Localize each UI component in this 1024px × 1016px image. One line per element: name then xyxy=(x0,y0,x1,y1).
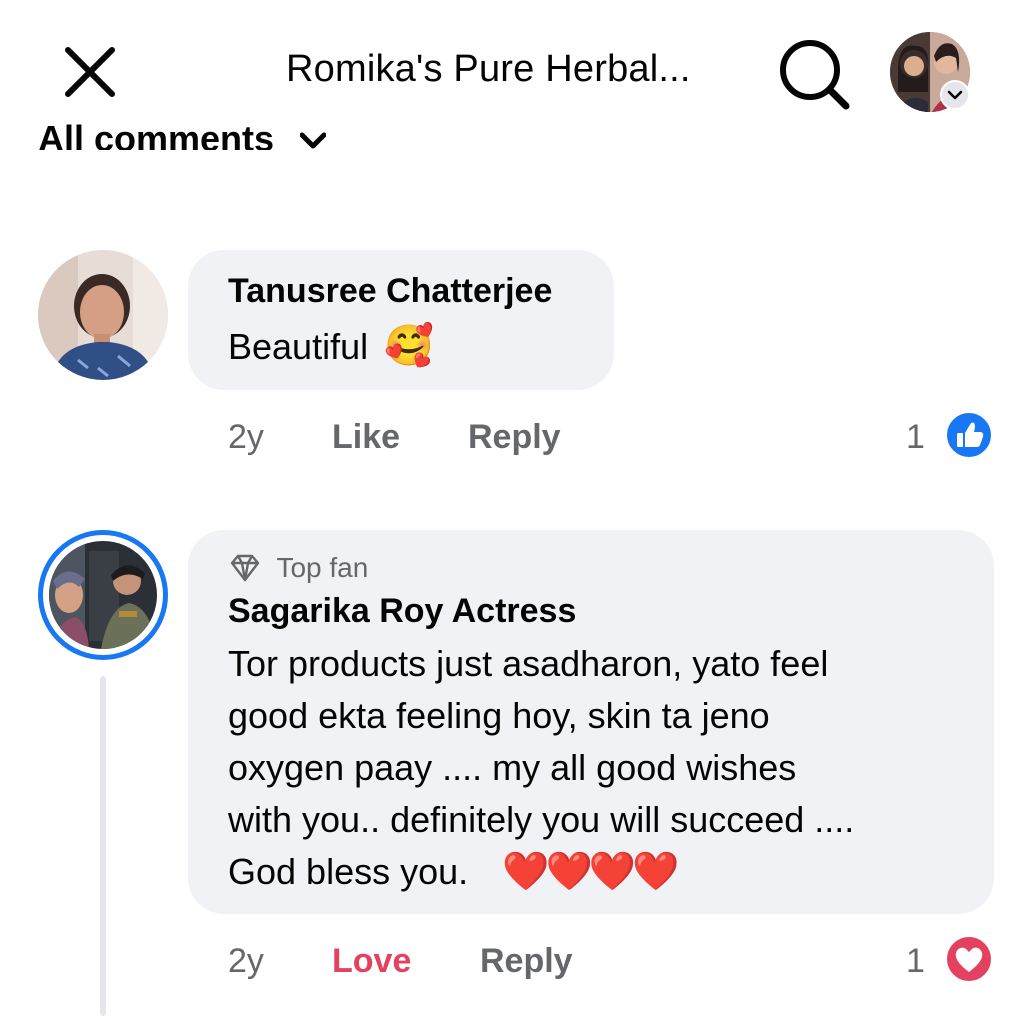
close-button[interactable] xyxy=(58,40,122,104)
comment-bubble[interactable]: Top fan Sagarika Roy Actress Tor product… xyxy=(188,530,994,914)
comment-line: God bless you. xyxy=(228,851,469,892)
comment-author[interactable]: Tanusree Chatterjee xyxy=(228,272,552,311)
comment-text: Beautiful 🥰 xyxy=(228,320,434,373)
close-icon xyxy=(65,47,115,97)
search-icon xyxy=(780,40,850,110)
like-button[interactable]: Like xyxy=(332,418,400,457)
filter-label: All comments xyxy=(38,118,275,150)
account-switch-button[interactable] xyxy=(940,80,970,110)
like-icon xyxy=(957,422,984,447)
reaction-count[interactable]: 1 xyxy=(906,418,925,457)
comment-line: oxygen paay .... my all good wishes xyxy=(228,747,797,788)
love-reaction[interactable] xyxy=(944,934,994,984)
comment-text-body: Beautiful xyxy=(228,326,369,367)
avatar-inner xyxy=(49,541,157,649)
avatar-image xyxy=(49,541,157,649)
thread-line xyxy=(100,676,106,1016)
comment-line-last: God bless you. ❤️❤️❤️❤️ xyxy=(228,846,968,898)
like-reaction[interactable] xyxy=(944,410,994,460)
top-fan-badge[interactable]: Top fan xyxy=(228,552,368,584)
reply-button[interactable]: Reply xyxy=(468,418,561,457)
reply-button[interactable]: Reply xyxy=(480,942,573,981)
top-bar: All comments Romika's Pure Herbal... xyxy=(0,0,1024,150)
reaction-count[interactable]: 1 xyxy=(906,942,925,981)
red-hearts-emoji: ❤️❤️❤️❤️ xyxy=(502,851,679,893)
comment-filter[interactable]: All comments xyxy=(38,118,327,150)
comment-line: good ekta feeling hoy, skin ta jeno xyxy=(228,695,770,736)
comment-timestamp[interactable]: 2y xyxy=(228,942,264,981)
avatar-image xyxy=(38,250,168,380)
commenter-avatar-top-fan[interactable] xyxy=(38,530,168,660)
comment-text: Tor products just asadharon, yato feel g… xyxy=(228,638,968,898)
love-button[interactable]: Love xyxy=(332,942,411,981)
page-title: Romika's Pure Herbal... xyxy=(286,48,691,90)
chevron-down-icon xyxy=(299,132,327,149)
comment-bubble[interactable]: Tanusree Chatterjee Beautiful 🥰 xyxy=(188,250,614,390)
diamond-icon xyxy=(230,554,260,582)
comment-line: with you.. definitely you will succeed .… xyxy=(228,799,855,840)
comment-line: Tor products just asadharon, yato feel xyxy=(228,643,829,684)
comment-timestamp[interactable]: 2y xyxy=(228,418,264,457)
commenter-avatar[interactable] xyxy=(38,250,168,380)
smiling-hearts-emoji: 🥰 xyxy=(384,324,434,368)
badge-label: Top fan xyxy=(276,552,369,583)
chevron-down-icon xyxy=(947,90,963,100)
comment-author[interactable]: Sagarika Roy Actress xyxy=(228,592,576,631)
heart-icon xyxy=(955,947,983,972)
search-button[interactable] xyxy=(774,36,856,110)
